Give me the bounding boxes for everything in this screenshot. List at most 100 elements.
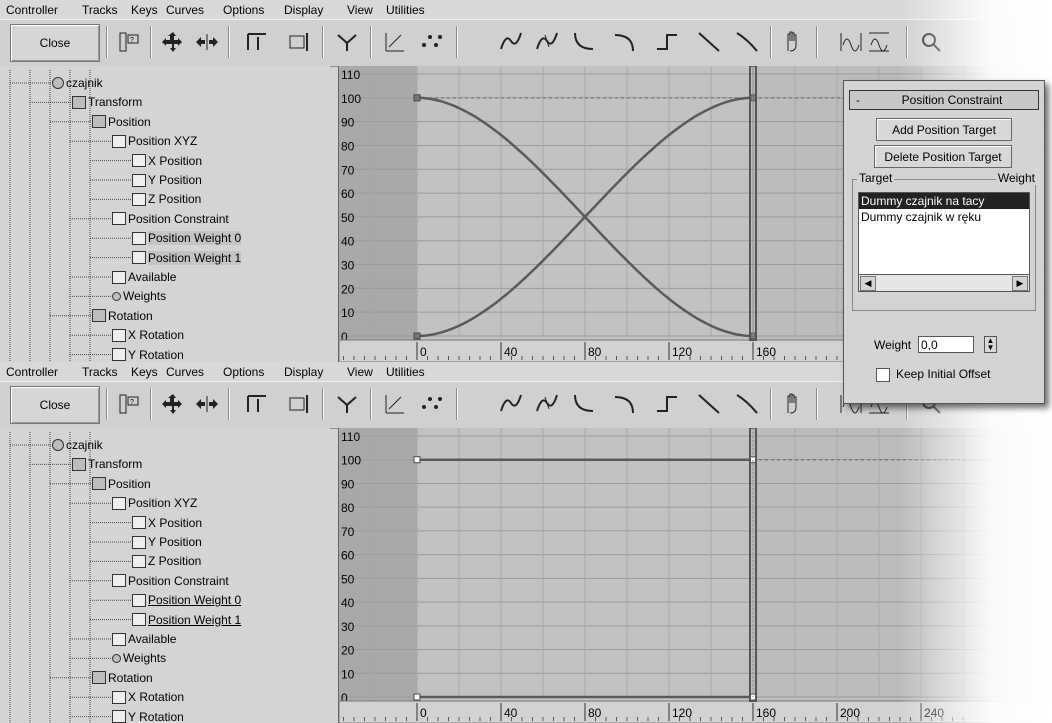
set-tangents-custom-icon[interactable] [530, 386, 564, 422]
menu-curves[interactable]: Curves [166, 365, 204, 379]
tree-item[interactable]: Y Rotation [112, 346, 184, 362]
set-tangents-slow-icon[interactable] [608, 386, 642, 422]
delete-position-target-button[interactable]: Delete Position Target [874, 145, 1012, 168]
menu-display[interactable]: Display [284, 3, 323, 17]
tree-item[interactable]: Y Rotation [112, 708, 184, 723]
tree-item[interactable]: Position XYZ [112, 132, 197, 150]
tree-item[interactable]: X Rotation [112, 326, 184, 344]
slide-keys-icon[interactable] [190, 24, 224, 60]
tree-item[interactable]: Z Position [132, 552, 201, 570]
keep-offset-checkbox[interactable] [876, 368, 890, 382]
reduce-keys-icon[interactable] [414, 24, 448, 60]
scale-values-icon[interactable] [282, 386, 316, 422]
tree-item[interactable]: Position Constraint [112, 210, 229, 228]
tree-item[interactable]: Rotation [92, 307, 153, 325]
tree-item[interactable]: Position [92, 113, 151, 131]
pan-hand-icon[interactable] [776, 386, 810, 422]
menu-utilities[interactable]: Utilities [386, 365, 425, 379]
menu-controller[interactable]: Controller [6, 3, 58, 17]
set-tangents-auto-icon[interactable] [494, 24, 528, 60]
menu-tracks[interactable]: Tracks [82, 3, 118, 17]
tree-item[interactable]: czajnik [52, 74, 103, 92]
scroll-left-icon[interactable]: ◀ [860, 276, 876, 291]
slide-keys-icon[interactable] [190, 386, 224, 422]
close-button[interactable]: Close [10, 24, 100, 62]
tree-item[interactable]: czajnik [52, 436, 103, 454]
tree-item[interactable]: Position Constraint [112, 572, 229, 590]
menu-controller[interactable]: Controller [6, 365, 58, 379]
set-tangents-linear-icon[interactable] [692, 24, 726, 60]
tree-item[interactable]: Position Weight 0 [132, 591, 241, 609]
set-tangents-auto-icon[interactable] [494, 386, 528, 422]
tree-item[interactable]: Position Weight 1 [132, 611, 241, 629]
menu-options[interactable]: Options [223, 365, 264, 379]
rollout-header[interactable]: - Position Constraint [849, 90, 1039, 110]
curve-icon [132, 593, 146, 607]
set-tangents-smooth-icon[interactable] [730, 24, 764, 60]
x-tick-label: 80 [588, 345, 602, 359]
curve-graph[interactable]: 110 100 90 80 70 60 50 40 30 20 10 0 0 40 80 120 160 200 2… [338, 428, 1052, 723]
move-keys-icon[interactable] [156, 386, 190, 422]
set-tangents-step-icon[interactable] [650, 24, 684, 60]
add-keys-icon[interactable] [330, 24, 364, 60]
menu-view[interactable]: View [347, 365, 373, 379]
target-list[interactable]: Dummy czajnik na tacy Dummy czajnik w rę… [858, 192, 1030, 276]
menu-tracks[interactable]: Tracks [82, 365, 118, 379]
tree-item[interactable]: Position [92, 475, 151, 493]
tree-item[interactable]: Weights [112, 287, 166, 305]
expand-plus-icon[interactable] [112, 653, 121, 663]
draw-curves-icon[interactable] [378, 24, 412, 60]
tree-item[interactable]: X Position [132, 514, 202, 532]
target-list-scrollbar[interactable]: ◀ ▶ [858, 274, 1030, 292]
tree-item[interactable]: Rotation [92, 669, 153, 687]
weight-field[interactable]: 0,0 [918, 336, 974, 353]
close-button[interactable]: Close [10, 386, 100, 424]
menu-view[interactable]: View [347, 3, 373, 17]
zoom-icon[interactable] [914, 24, 948, 60]
collapse-icon[interactable]: - [850, 93, 866, 107]
menu-options[interactable]: Options [223, 3, 264, 17]
set-tangents-linear-icon[interactable] [692, 386, 726, 422]
scale-keys-time-icon[interactable] [240, 386, 274, 422]
tree-item[interactable]: Y Position [132, 533, 202, 551]
target-list-item[interactable]: Dummy czajnik na tacy [859, 193, 1029, 209]
tree-item[interactable]: Transform [72, 455, 142, 473]
tree-item[interactable]: Z Position [132, 190, 201, 208]
pan-hand-icon[interactable] [776, 24, 810, 60]
filters-icon[interactable]: ? [112, 24, 146, 60]
target-list-item[interactable]: Dummy czajnik w ręku [859, 209, 1029, 225]
set-tangents-fast-icon[interactable] [566, 386, 600, 422]
move-keys-icon[interactable] [156, 24, 190, 60]
tree-item[interactable]: X Rotation [112, 688, 184, 706]
tree-item[interactable]: Position Weight 1 [132, 249, 242, 267]
reduce-keys-icon[interactable] [414, 386, 448, 422]
set-tangents-fast-icon[interactable] [566, 24, 600, 60]
add-position-target-button[interactable]: Add Position Target [876, 118, 1012, 141]
scroll-right-icon[interactable]: ▶ [1012, 276, 1028, 291]
menu-keys[interactable]: Keys [131, 365, 158, 379]
tree-item[interactable]: Available [112, 630, 176, 648]
menu-display[interactable]: Display [284, 365, 323, 379]
set-tangents-slow-icon[interactable] [608, 24, 642, 60]
zoom-value-extents-icon[interactable] [862, 24, 896, 60]
weight-spinner-icon[interactable]: ▲ ▼ [984, 336, 997, 353]
tree-item[interactable]: Transform [72, 93, 142, 111]
expand-plus-icon[interactable] [112, 291, 121, 301]
tree-item[interactable]: Weights [112, 649, 166, 667]
tree-item[interactable]: X Position [132, 152, 202, 170]
menu-curves[interactable]: Curves [166, 3, 204, 17]
set-tangents-custom-icon[interactable] [530, 24, 564, 60]
scale-keys-time-icon[interactable] [240, 24, 274, 60]
filters-icon[interactable]: ? [112, 386, 146, 422]
add-keys-icon[interactable] [330, 386, 364, 422]
menu-keys[interactable]: Keys [131, 3, 158, 17]
menu-utilities[interactable]: Utilities [386, 3, 425, 17]
scale-values-icon[interactable] [282, 24, 316, 60]
set-tangents-smooth-icon[interactable] [730, 386, 764, 422]
set-tangents-step-icon[interactable] [650, 386, 684, 422]
tree-item[interactable]: Position XYZ [112, 494, 197, 512]
tree-item[interactable]: Available [112, 268, 176, 286]
tree-item[interactable]: Y Position [132, 171, 202, 189]
draw-curves-icon[interactable] [378, 386, 412, 422]
tree-item[interactable]: Position Weight 0 [132, 229, 242, 247]
